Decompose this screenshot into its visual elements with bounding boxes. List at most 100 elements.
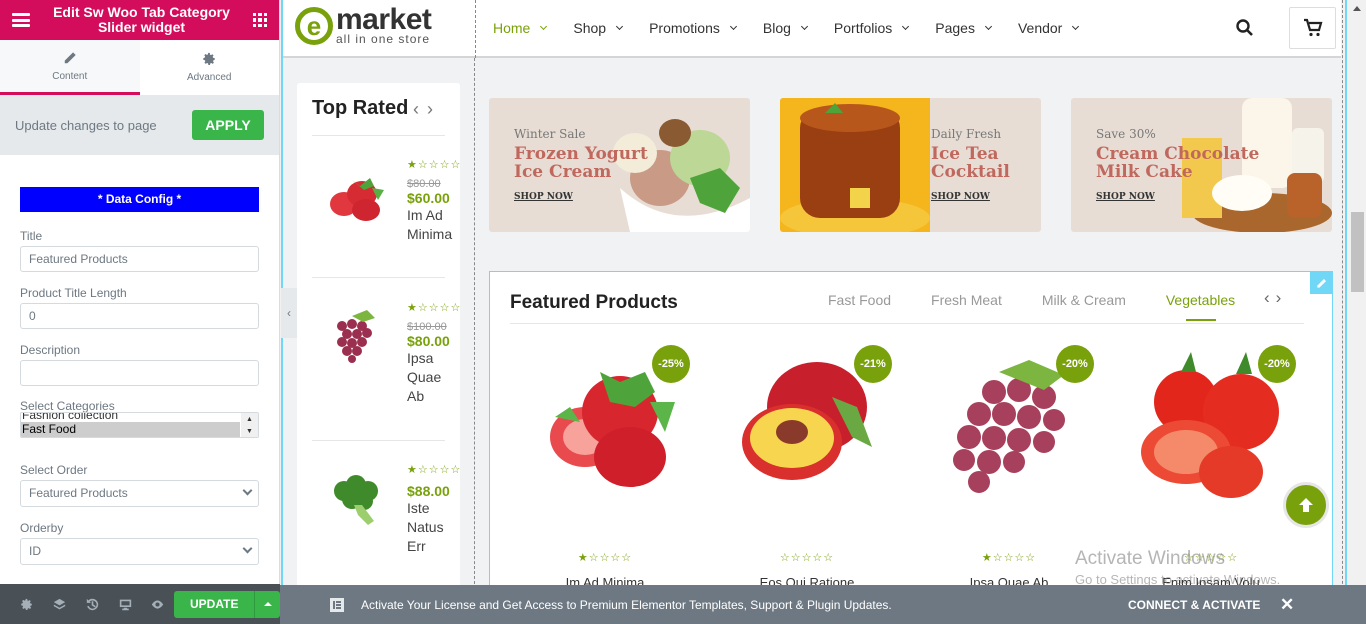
nav-label: Portfolios bbox=[833, 20, 893, 36]
chevron-left-icon[interactable]: ‹ bbox=[413, 99, 427, 119]
rating-stars: ★☆☆☆☆ bbox=[577, 552, 633, 564]
multiselect-scrollbar[interactable]: ▲ ▼ bbox=[241, 413, 258, 437]
shop-now-link[interactable]: SHOP NOW bbox=[1096, 192, 1155, 202]
description-control: Description bbox=[20, 343, 259, 386]
top-rated-arrows[interactable]: ‹› bbox=[413, 99, 441, 120]
apply-button[interactable]: APPLY bbox=[192, 110, 264, 140]
chevron-left-icon[interactable]: ‹ bbox=[1264, 288, 1276, 307]
collapse-panel-button[interactable]: ‹ bbox=[281, 288, 297, 338]
nav-item-home[interactable]: Home bbox=[493, 20, 548, 36]
banner-title-line: Milk Cake bbox=[1096, 162, 1193, 182]
product-name[interactable]: Im Ad Minima bbox=[407, 206, 457, 244]
layers-icon[interactable] bbox=[43, 598, 76, 611]
featured-products-widget: Featured Products Fast Food Fresh Meat M… bbox=[489, 271, 1333, 611]
tab-arrows: ‹› bbox=[1264, 288, 1287, 308]
title-length-input[interactable]: 0 bbox=[20, 303, 259, 329]
cart-button[interactable] bbox=[1289, 7, 1336, 49]
price: $80.00 bbox=[407, 333, 450, 349]
tab-milk-cream[interactable]: Milk & Cream bbox=[1042, 292, 1126, 308]
tab-advanced-label: Advanced bbox=[187, 72, 232, 83]
column-divider bbox=[1342, 0, 1343, 624]
scroll-down-icon[interactable]: ▼ bbox=[246, 428, 253, 435]
divider bbox=[510, 323, 1304, 324]
search-icon[interactable] bbox=[1235, 18, 1255, 38]
product-card[interactable]: -25% ★☆☆☆☆ Im Ad Minima bbox=[510, 342, 700, 612]
promo-banner[interactable]: Winter Sale Frozen Yogurt Ice Cream SHOP … bbox=[489, 98, 750, 232]
nav-label: Promotions bbox=[649, 20, 720, 36]
title-input[interactable]: Featured Products bbox=[20, 246, 259, 272]
discount-badge: -25% bbox=[652, 345, 690, 383]
product-name[interactable]: Iste Natus Err bbox=[407, 499, 457, 556]
chevron-right-icon[interactable]: › bbox=[1276, 288, 1288, 307]
update-button[interactable]: UPDATE bbox=[174, 590, 255, 618]
discount-badge: -20% bbox=[1258, 345, 1296, 383]
history-icon[interactable] bbox=[76, 598, 109, 611]
site-logo[interactable]: e market all in one store bbox=[295, 3, 432, 45]
edit-widget-button[interactable] bbox=[1310, 272, 1333, 294]
nav-item-vendor[interactable]: Vendor bbox=[1018, 20, 1080, 36]
elementor-panel: Edit Sw Woo Tab Category Slider widget C… bbox=[0, 0, 280, 624]
scrollbar-thumb[interactable] bbox=[1351, 212, 1364, 292]
category-option[interactable]: Fashion collection bbox=[22, 413, 118, 422]
connect-activate-link[interactable]: CONNECT & ACTIVATE bbox=[1128, 598, 1260, 612]
strawberry-image bbox=[330, 178, 384, 221]
category-option-selected[interactable]: Fast Food bbox=[21, 422, 240, 437]
back-to-top-button[interactable] bbox=[1283, 482, 1329, 528]
shop-now-link[interactable]: SHOP NOW bbox=[931, 192, 990, 202]
nav-item-shop[interactable]: Shop bbox=[573, 20, 624, 36]
tab-advanced[interactable]: Advanced bbox=[140, 40, 280, 95]
close-icon[interactable]: ✕ bbox=[1280, 595, 1294, 615]
settings-icon[interactable] bbox=[10, 598, 43, 611]
update-options-button[interactable] bbox=[254, 590, 280, 618]
nav-item-pages[interactable]: Pages bbox=[935, 20, 993, 36]
site-header: e market all in one store Home Shop Prom… bbox=[283, 0, 1341, 58]
banner-title-line: Cocktail bbox=[931, 162, 1010, 182]
logo-brand: market bbox=[336, 3, 432, 36]
old-price: $100.00 bbox=[407, 321, 447, 333]
widgets-grid-icon[interactable] bbox=[253, 13, 267, 27]
preview-eye-icon[interactable] bbox=[142, 598, 175, 611]
tab-content-label: Content bbox=[52, 70, 88, 82]
shop-now-link[interactable]: SHOP NOW bbox=[514, 192, 573, 202]
tab-fresh-meat[interactable]: Fresh Meat bbox=[931, 292, 1002, 308]
description-input[interactable] bbox=[20, 360, 259, 386]
scroll-up-icon[interactable]: ▲ bbox=[246, 416, 253, 423]
scroll-up-icon[interactable] bbox=[1353, 6, 1361, 11]
controls-section: * Data Config * Title Featured Products … bbox=[0, 155, 279, 565]
promo-banner[interactable]: Daily Fresh Ice Tea Cocktail SHOP NOW bbox=[780, 98, 1041, 232]
nav-item-blog[interactable]: Blog bbox=[763, 20, 808, 36]
title-length-label: Product Title Length bbox=[20, 286, 127, 300]
chevron-down-icon bbox=[902, 22, 910, 31]
product-name[interactable]: Ipsa Quae Ab bbox=[407, 349, 457, 406]
categories-control: Select Categories Fashion collection Fas… bbox=[20, 400, 259, 438]
elementor-icon bbox=[330, 597, 344, 612]
banner-title-line: Ice Cream bbox=[514, 162, 612, 182]
tab-fast-food[interactable]: Fast Food bbox=[828, 292, 891, 308]
order-select[interactable]: Featured Products bbox=[20, 480, 259, 507]
tab-content[interactable]: Content bbox=[0, 40, 140, 95]
promo-banner[interactable]: Save 30% Cream Chocolate Milk Cake SHOP N… bbox=[1071, 98, 1332, 232]
banner-title: Cream Chocolate Milk Cake bbox=[1096, 145, 1259, 181]
cart-icon bbox=[1303, 18, 1322, 37]
product-card[interactable]: -20% ☆☆☆☆☆ Enim Ipsam Volu bbox=[1116, 342, 1306, 612]
list-item[interactable]: ★☆☆☆☆ $100.00 $80.00 Ipsa Quae Ab bbox=[312, 301, 460, 431]
product-card[interactable]: -21% ☆☆☆☆☆ Eos Qui Ratione bbox=[712, 342, 902, 612]
page-scrollbar[interactable] bbox=[1348, 0, 1366, 585]
menu-icon[interactable] bbox=[12, 13, 30, 27]
responsive-icon[interactable] bbox=[109, 598, 142, 611]
price: $88.00 bbox=[407, 483, 450, 499]
orderby-select[interactable]: ID bbox=[20, 538, 259, 565]
license-notice-bar: Activate Your License and Get Access to … bbox=[280, 585, 1366, 624]
list-item[interactable]: ★☆☆☆☆ $88.00 Iste Natus Err bbox=[312, 463, 460, 593]
nav-item-portfolios[interactable]: Portfolios bbox=[833, 20, 910, 36]
chevron-right-icon[interactable]: › bbox=[427, 99, 441, 119]
list-item[interactable]: ★☆☆☆☆ $80.00 $60.00 Im Ad Minima bbox=[312, 158, 460, 268]
price: $60.00 bbox=[407, 190, 450, 206]
order-control: Select Order Featured Products bbox=[20, 463, 259, 507]
categories-multiselect[interactable]: Fashion collection Fast Food ▲ ▼ bbox=[20, 412, 259, 438]
nav-label: Shop bbox=[573, 20, 607, 36]
nav-item-promotions[interactable]: Promotions bbox=[649, 20, 737, 36]
tab-vegetables[interactable]: Vegetables bbox=[1166, 292, 1235, 321]
rating-stars: ☆☆☆☆☆ bbox=[779, 552, 835, 564]
product-card[interactable]: -20% ★☆☆☆☆ Ipsa Quae Ab bbox=[914, 342, 1104, 612]
